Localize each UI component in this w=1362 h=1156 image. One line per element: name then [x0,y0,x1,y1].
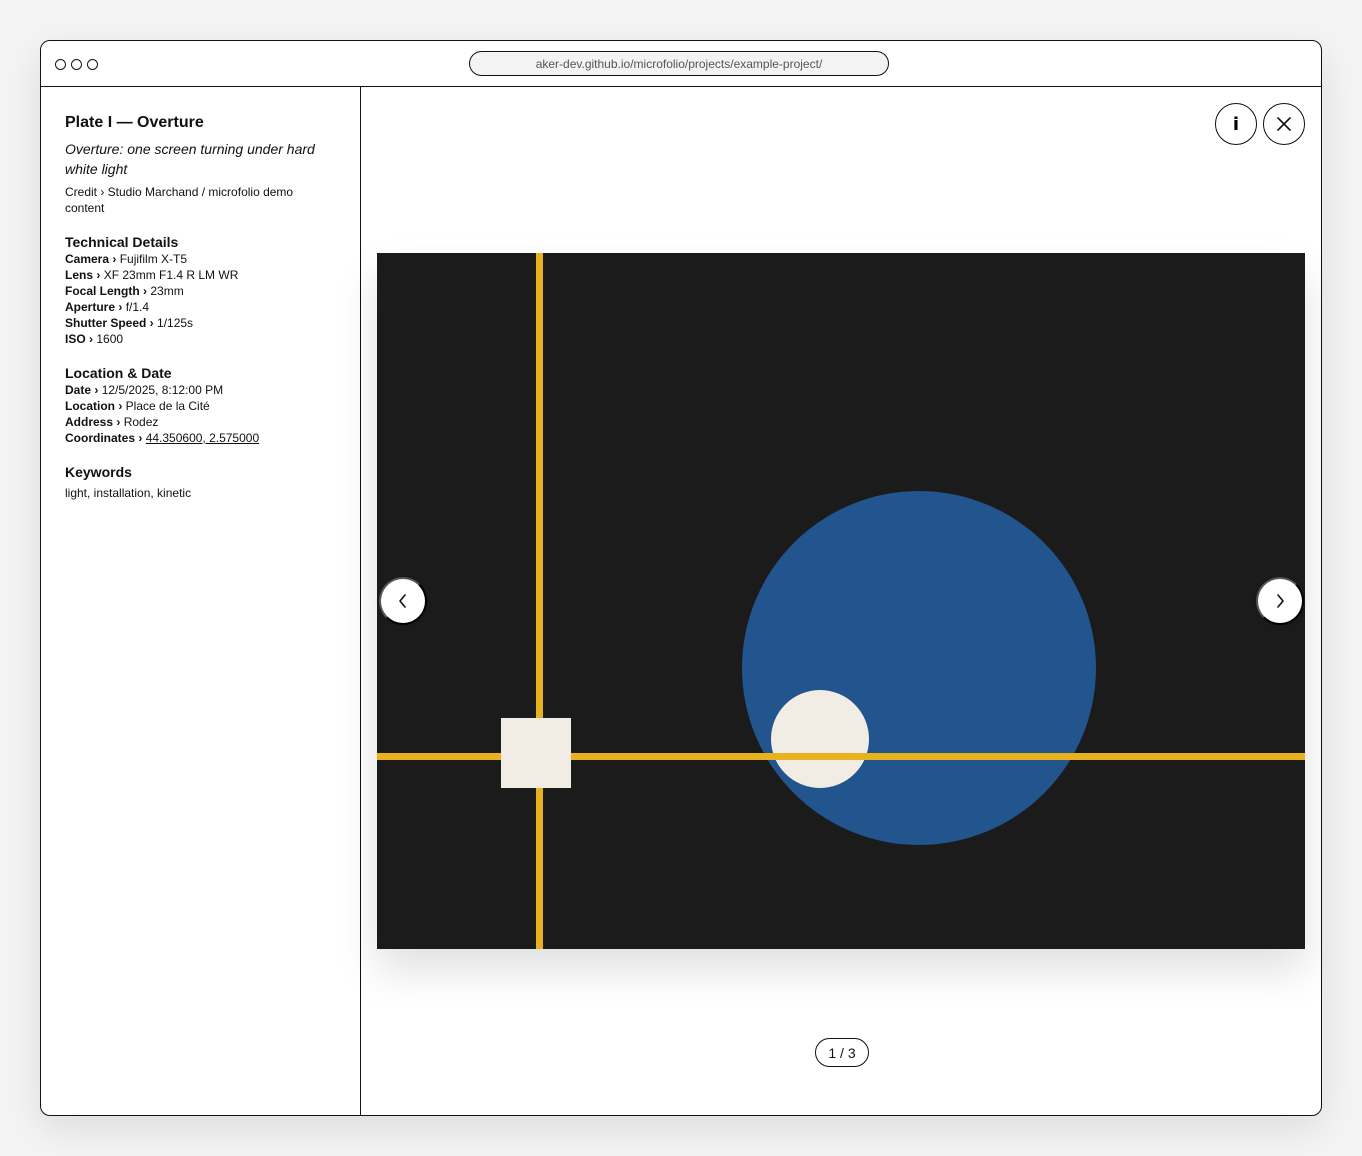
plate-title: Plate I — Overture [65,114,204,131]
next-image-button[interactable] [1256,577,1304,625]
chevron-right-icon [1277,594,1284,608]
cream-circle [771,690,869,788]
lens-row: Lens › XF 23mm F1.4 R LM WR [65,267,336,283]
date-value: 12/5/2025, 8:12:00 PM [101,383,224,397]
date-label: Date › [65,383,99,397]
browser-window: aker-dev.github.io/microfolio/projects/e… [40,40,1322,1116]
iso-value: 1600 [96,332,124,346]
window-control-maximize[interactable] [87,59,98,70]
aperture-value: f/1.4 [125,300,150,314]
keywords-value: light, installation, kinetic [65,486,192,500]
lens-value: XF 23mm F1.4 R LM WR [103,268,239,282]
chevron-left-icon [399,594,406,608]
artwork-image [377,253,1305,949]
metadata-sidebar: Plate I — Overture Overture: one screen … [41,87,361,1115]
shutter-speed-value: 1/125s [157,316,194,330]
address-value: Rodez [123,415,159,429]
coordinates-label: Coordinates › [65,431,143,445]
location-value: Place de la Cité [125,399,210,413]
iso-row: ISO › 1600 [65,331,336,347]
image-viewer: i 1 / 3 [362,87,1321,1115]
yellow-vertical-line [536,253,543,949]
window-control-close[interactable] [55,59,66,70]
address-bar[interactable]: aker-dev.github.io/microfolio/projects/e… [469,51,889,76]
cream-square [501,718,571,788]
focal-length-label: Focal Length › [65,284,147,298]
close-button[interactable] [1263,103,1305,145]
location-row: Location › Place de la Cité [65,398,336,414]
address-row: Address › Rodez [65,414,336,430]
shutter-speed-label: Shutter Speed › [65,316,154,330]
aperture-row: Aperture › f/1.4 [65,299,336,315]
address-label: Address › [65,415,121,429]
location-label: Location › [65,399,123,413]
aperture-label: Aperture › [65,300,123,314]
focal-length-value: 23mm [150,284,184,298]
technical-details-heading: Technical Details [65,234,179,250]
focal-length-row: Focal Length › 23mm [65,283,336,299]
previous-image-button[interactable] [379,577,427,625]
camera-label: Camera › [65,252,117,266]
date-row: Date › 12/5/2025, 8:12:00 PM [65,382,336,398]
window-control-minimize[interactable] [71,59,82,70]
location-date-heading: Location & Date [65,365,172,381]
plate-credit: Credit › Studio Marchand / microfolio de… [65,185,294,215]
lens-label: Lens › [65,268,101,282]
coordinates-link[interactable]: 44.350600, 2.575000 [146,431,259,445]
plate-subtitle: Overture: one screen turning under hard … [65,141,315,177]
coordinates-row: Coordinates › 44.350600, 2.575000 [65,430,336,446]
camera-value: Fujifilm X-T5 [119,252,188,266]
shutter-speed-row: Shutter Speed › 1/125s [65,315,336,331]
info-icon: i [1232,113,1240,135]
keywords-heading: Keywords [65,464,132,480]
camera-row: Camera › Fujifilm X-T5 [65,251,336,267]
blue-circle [742,491,1096,845]
browser-titlebar: aker-dev.github.io/microfolio/projects/e… [41,41,1321,87]
image-counter: 1 / 3 [815,1038,869,1067]
iso-label: ISO › [65,332,94,346]
close-icon [1277,117,1291,131]
info-button[interactable]: i [1215,103,1257,145]
artwork-composition [377,253,1305,949]
